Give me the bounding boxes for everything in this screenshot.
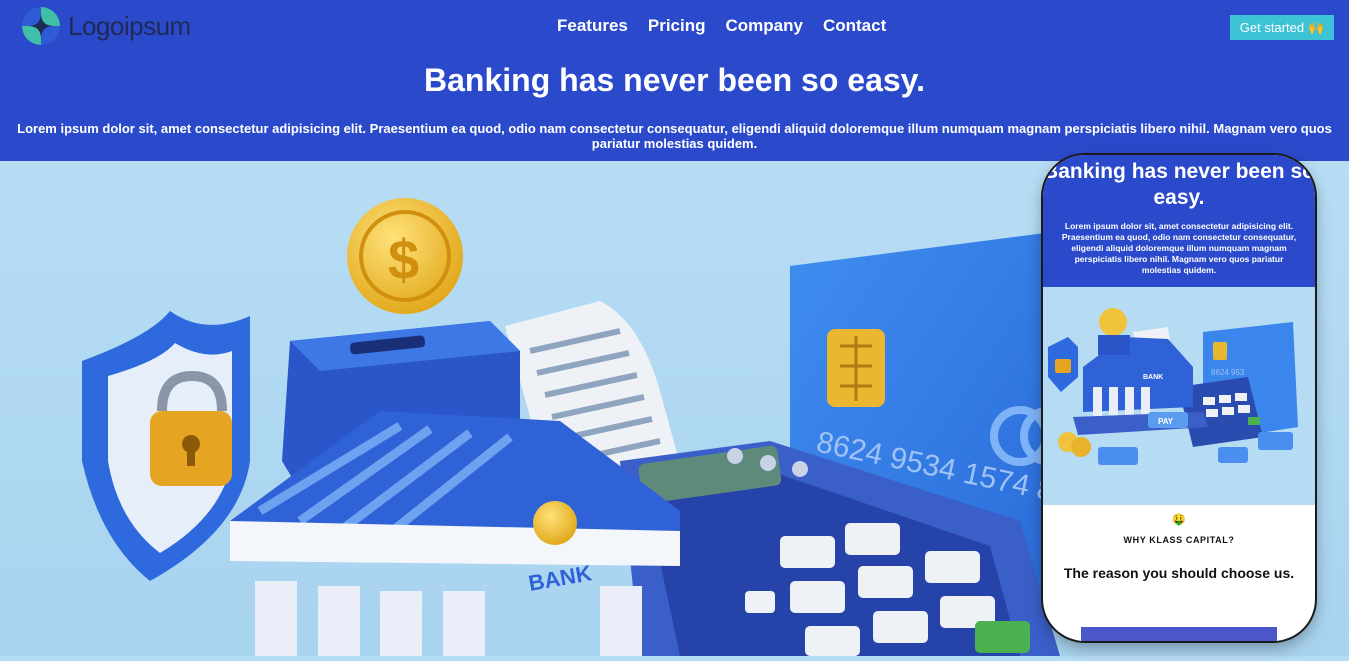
nav-company[interactable]: Company [726, 16, 803, 36]
phone-bottom-bar [1081, 627, 1277, 641]
get-started-label: Get started [1239, 20, 1305, 35]
phone-mockup: Banking has never been so easy. Lorem ip… [1043, 155, 1315, 641]
hero-title: Banking has never been so easy. [424, 62, 925, 98]
phone-hero: Banking has never been so easy. Lorem ip… [1043, 155, 1315, 287]
svg-text:$: $ [388, 228, 419, 291]
hands-emoji-icon: 🙌 [1308, 19, 1325, 35]
logo-icon [22, 7, 60, 45]
phone-reason-heading: The reason you should choose us. [1063, 565, 1295, 581]
phone-bank-label: BANK [1143, 374, 1163, 381]
nav-pricing[interactable]: Pricing [648, 16, 706, 36]
nav-features[interactable]: Features [557, 16, 628, 36]
logo[interactable]: Logoipsum [20, 5, 191, 47]
phone-title: Banking has never been so easy. [1043, 160, 1315, 209]
get-started-button[interactable]: Get started 🙌 [1230, 15, 1334, 40]
money-face-emoji-icon: 🤑 [1172, 514, 1186, 526]
main-nav: Features Pricing Company Contact [557, 16, 886, 36]
phone-subtitle: Lorem ipsum dolor sit, amet consectetur … [1061, 221, 1297, 275]
phone-why-label: WHY KLASS CAPITAL? [1123, 535, 1235, 545]
phone-why-section: 🤑 WHY KLASS CAPITAL? The reason you shou… [1043, 513, 1315, 581]
hero-subtitle: Lorem ipsum dolor sit, amet consectetur … [17, 121, 1332, 151]
phone-card-number: 8624 953 [1211, 368, 1245, 377]
nav-contact[interactable]: Contact [823, 16, 886, 36]
logo-text: Logoipsum [68, 10, 191, 41]
phone-pay-label: PAY [1158, 417, 1174, 426]
site-header: Logoipsum Features Pricing Company Conta… [0, 0, 1349, 161]
phone-banking-illustration: 8624 953 BANK PAY [1043, 287, 1315, 505]
phone-illustration: 8624 953 BANK PAY [1043, 287, 1315, 505]
